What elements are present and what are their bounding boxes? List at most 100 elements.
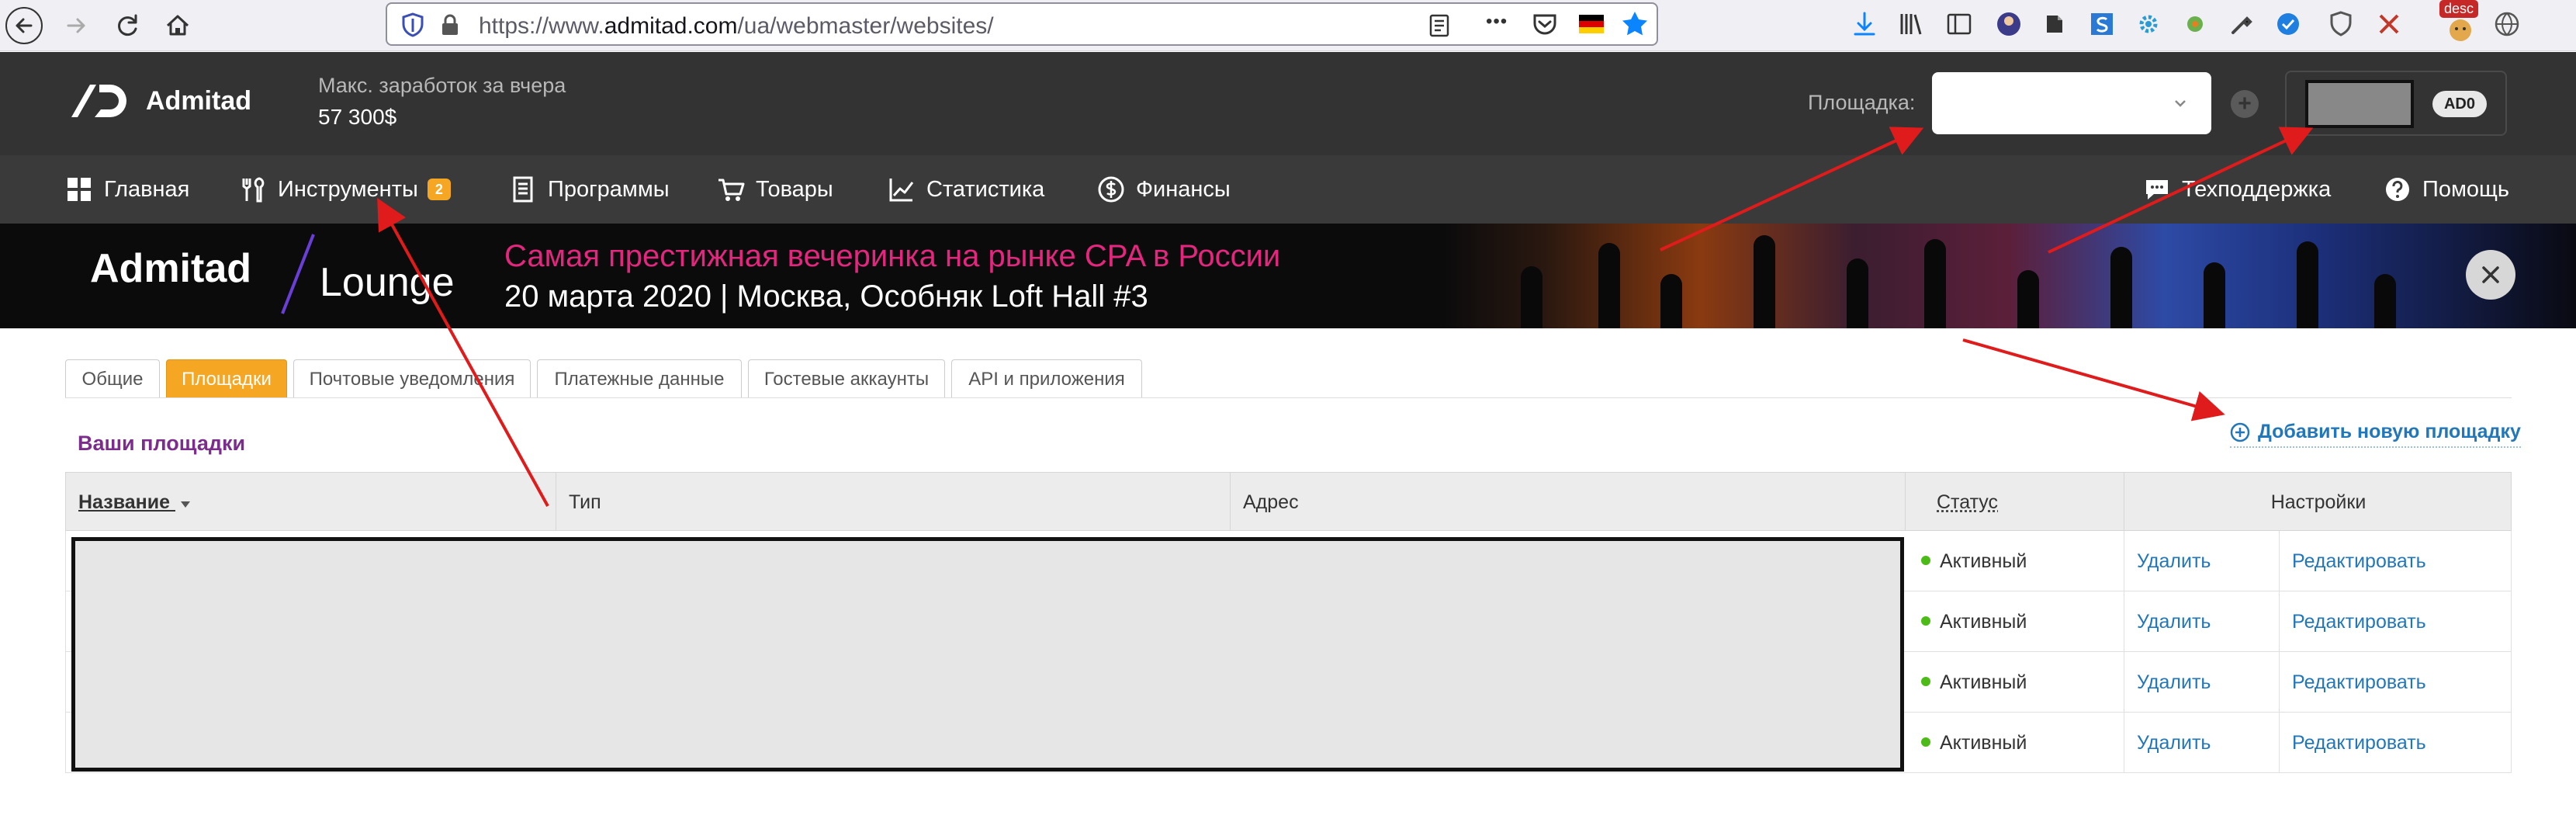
nav-item-products[interactable]: Товары xyxy=(717,155,833,224)
library-icon[interactable] xyxy=(1896,9,1926,39)
column-header-name[interactable]: Название xyxy=(66,473,556,532)
column-header-label: Название xyxy=(78,491,171,513)
redacted-region xyxy=(71,537,1904,772)
reload-button[interactable] xyxy=(109,6,147,45)
banner-silhouette xyxy=(1847,258,1868,328)
earnings-label: Макс. заработок за вчера xyxy=(318,74,566,97)
profile-avatar-icon[interactable] xyxy=(1994,9,2024,39)
banner-silhouette xyxy=(1598,243,1620,328)
annotation-arrow-add-platform xyxy=(1962,338,2225,421)
sidebar-icon[interactable] xyxy=(1944,9,1974,39)
tab-payment-details[interactable]: Платежные данные xyxy=(537,359,742,398)
bookmark-star-icon[interactable] xyxy=(1620,9,1650,39)
extension-check-icon[interactable] xyxy=(2273,9,2303,39)
german-flag-icon[interactable] xyxy=(1577,9,1606,39)
status-dot-icon xyxy=(1921,616,1930,626)
delete-link[interactable]: Удалить xyxy=(2124,591,2280,652)
tools-count-badge: 2 xyxy=(427,179,451,200)
edit-link[interactable]: Редактировать xyxy=(2280,713,2512,773)
back-arrow-icon xyxy=(5,7,43,44)
banner-close-button[interactable] xyxy=(2466,250,2515,300)
tab-general[interactable]: Общие xyxy=(65,359,160,398)
add-platform-link[interactable]: Добавить новую площадку xyxy=(2230,421,2521,448)
nav-item-finance[interactable]: Финансы xyxy=(1097,155,1231,224)
home-icon xyxy=(166,15,189,36)
banner-silhouette xyxy=(1924,239,1946,328)
pocket-icon[interactable] xyxy=(1530,9,1560,39)
status-text: Активный xyxy=(1940,732,2027,754)
download-icon[interactable] xyxy=(1850,9,1879,39)
edit-link[interactable]: Редактировать xyxy=(2280,652,2512,713)
logo-text[interactable]: Admitad xyxy=(146,86,251,116)
banner-silhouette xyxy=(2297,241,2318,328)
status-text: Активный xyxy=(1940,550,2027,572)
extension-shield-icon[interactable] xyxy=(2326,9,2356,39)
status-cell: Активный xyxy=(1906,591,2124,652)
nav-item-statistics[interactable]: Статистика xyxy=(888,155,1044,224)
back-button[interactable] xyxy=(5,6,43,45)
column-header-status[interactable]: Статус xyxy=(1906,473,2124,532)
promo-banner[interactable]: Admitad Lounge Самая престижная вечеринк… xyxy=(0,224,2576,328)
tracking-shield-icon[interactable] xyxy=(400,12,426,38)
status-dot-icon xyxy=(1921,677,1930,687)
dollar-icon xyxy=(1098,176,1124,203)
account-id-badge: AD0 xyxy=(2432,91,2487,117)
column-header-address: Адрес xyxy=(1231,473,1906,532)
reader-view-icon[interactable] xyxy=(1425,12,1453,40)
account-menu[interactable]: AD0 xyxy=(2285,71,2507,136)
page-actions-menu-icon[interactable]: ••• xyxy=(1486,11,1508,33)
delete-link[interactable]: Удалить xyxy=(2124,531,2280,591)
close-icon xyxy=(2482,266,2499,283)
nav-item-help[interactable]: Помощь xyxy=(2384,155,2509,224)
banner-silhouette xyxy=(2204,262,2225,328)
platform-select[interactable] xyxy=(1932,72,2211,134)
status-cell: Активный xyxy=(1906,713,2124,773)
status-dot-icon xyxy=(1921,556,1930,566)
nav-item-label: Товары xyxy=(756,176,833,202)
status-text: Активный xyxy=(1940,671,2027,693)
nav-item-label: Главная xyxy=(104,176,190,202)
chevron-down-icon xyxy=(2175,100,2186,107)
nav-item-home[interactable]: Главная xyxy=(65,155,189,224)
nav-item-programs[interactable]: Программы xyxy=(509,155,670,224)
nav-item-tools[interactable]: Инструменты 2 xyxy=(239,155,451,224)
column-header-settings: Настройки xyxy=(2270,491,2367,513)
add-platform-label: Добавить новую площадку xyxy=(2258,421,2521,442)
tab-guest-accounts[interactable]: Гостевые аккаунты xyxy=(748,359,945,398)
globe-extension-icon[interactable] xyxy=(2492,9,2522,39)
url-path: /ua/webmaster/websites/ xyxy=(737,13,994,39)
extension-s-icon[interactable] xyxy=(2087,9,2117,39)
add-platform-icon[interactable]: + xyxy=(2231,90,2259,118)
avatar xyxy=(2305,80,2414,128)
tab-platforms[interactable]: Площадки xyxy=(166,359,287,398)
extension-virus-icon[interactable] xyxy=(2180,9,2210,39)
extension-tools-icon[interactable] xyxy=(2374,9,2404,39)
page-title: Ваши площадки xyxy=(78,432,246,455)
delete-link[interactable]: Удалить xyxy=(2124,713,2280,773)
eyedropper-icon[interactable] xyxy=(2227,9,2256,39)
nav-item-support[interactable]: Техподдержка xyxy=(2143,155,2331,224)
banner-brand: Admitad xyxy=(90,246,251,291)
edit-link[interactable]: Редактировать xyxy=(2280,591,2512,652)
home-button[interactable] xyxy=(158,6,197,45)
lock-icon[interactable] xyxy=(437,12,463,38)
extension-badge: desc xyxy=(2439,0,2479,18)
extension-evernote-icon[interactable] xyxy=(2039,9,2069,39)
admitad-logo[interactable] xyxy=(68,80,137,124)
banner-silhouette xyxy=(2110,247,2132,328)
forward-button[interactable] xyxy=(57,6,96,45)
extension-gear-icon[interactable] xyxy=(2134,9,2163,39)
earnings-value: 57 300$ xyxy=(318,105,397,129)
delete-link[interactable]: Удалить xyxy=(2124,652,2280,713)
url-text[interactable]: https://www.admitad.com/ua/webmaster/web… xyxy=(479,13,994,40)
status-text: Активный xyxy=(1940,611,2027,633)
url-bar[interactable]: https://www.admitad.com/ua/webmaster/web… xyxy=(386,2,1658,46)
tab-api-apps[interactable]: API и приложения xyxy=(951,359,1142,398)
tab-email-notifications[interactable]: Почтовые уведомления xyxy=(293,359,531,398)
edit-link[interactable]: Редактировать xyxy=(2280,531,2512,591)
forward-arrow-icon xyxy=(67,18,85,33)
cart-icon xyxy=(718,179,745,201)
platform-label: Площадка: xyxy=(1808,91,1916,114)
extension-face-icon[interactable] xyxy=(2446,16,2475,45)
grid-icon xyxy=(68,178,91,201)
